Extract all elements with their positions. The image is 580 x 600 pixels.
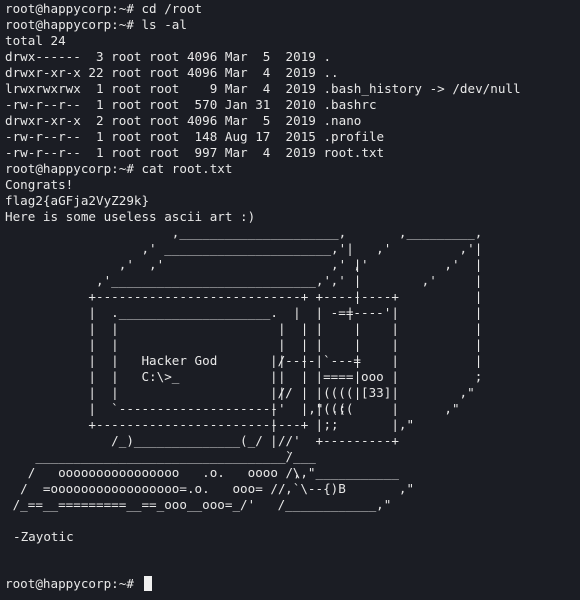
output-line: drwxr-xr-x 2 root root 4096 Mar 5 2019 .… (5, 113, 362, 128)
flag-line: flag2{aGFja2VyZ29k} (5, 193, 150, 208)
output-line: -rw-r--r-- 1 root root 997 Mar 4 2019 ro… (5, 145, 385, 160)
output-line: -rw-r--r-- 1 root root 148 Aug 17 2015 .… (5, 129, 385, 144)
output-line: Congrats! (5, 177, 74, 192)
cursor-block (144, 576, 153, 591)
command-line: root@happycorp:~# cd /root (5, 1, 203, 16)
prompt-line[interactable]: root@happycorp:~# (5, 576, 153, 592)
output-line: drwxr-xr-x 22 root root 4096 Mar 4 2019 … (5, 65, 339, 80)
command-line: root@happycorp:~# cat root.txt (5, 161, 233, 176)
output-line: drwx------ 3 root root 4096 Mar 5 2019 . (5, 49, 332, 64)
prompt: root@happycorp:~# (5, 576, 142, 591)
output-line: Here is some useless ascii art :) (5, 209, 256, 224)
output-line: lrwxrwxrwx 1 root root 9 Mar 4 2019 .bas… (5, 81, 521, 96)
command-line: root@happycorp:~# ls -al (5, 17, 187, 32)
terminal-window[interactable]: root@happycorp:~# cd /root root@happycor… (0, 0, 580, 600)
terminal-output: root@happycorp:~# cd /root root@happycor… (5, 1, 580, 225)
ascii-art-tower: ,_________, ,' ,'| ,' ,' | ,' ,' | +----… (270, 225, 483, 512)
signature: -Zayotic (13, 529, 74, 544)
output-line: total 24 (5, 33, 66, 48)
output-line: -rw-r--r-- 1 root root 570 Jan 31 2010 .… (5, 97, 377, 112)
